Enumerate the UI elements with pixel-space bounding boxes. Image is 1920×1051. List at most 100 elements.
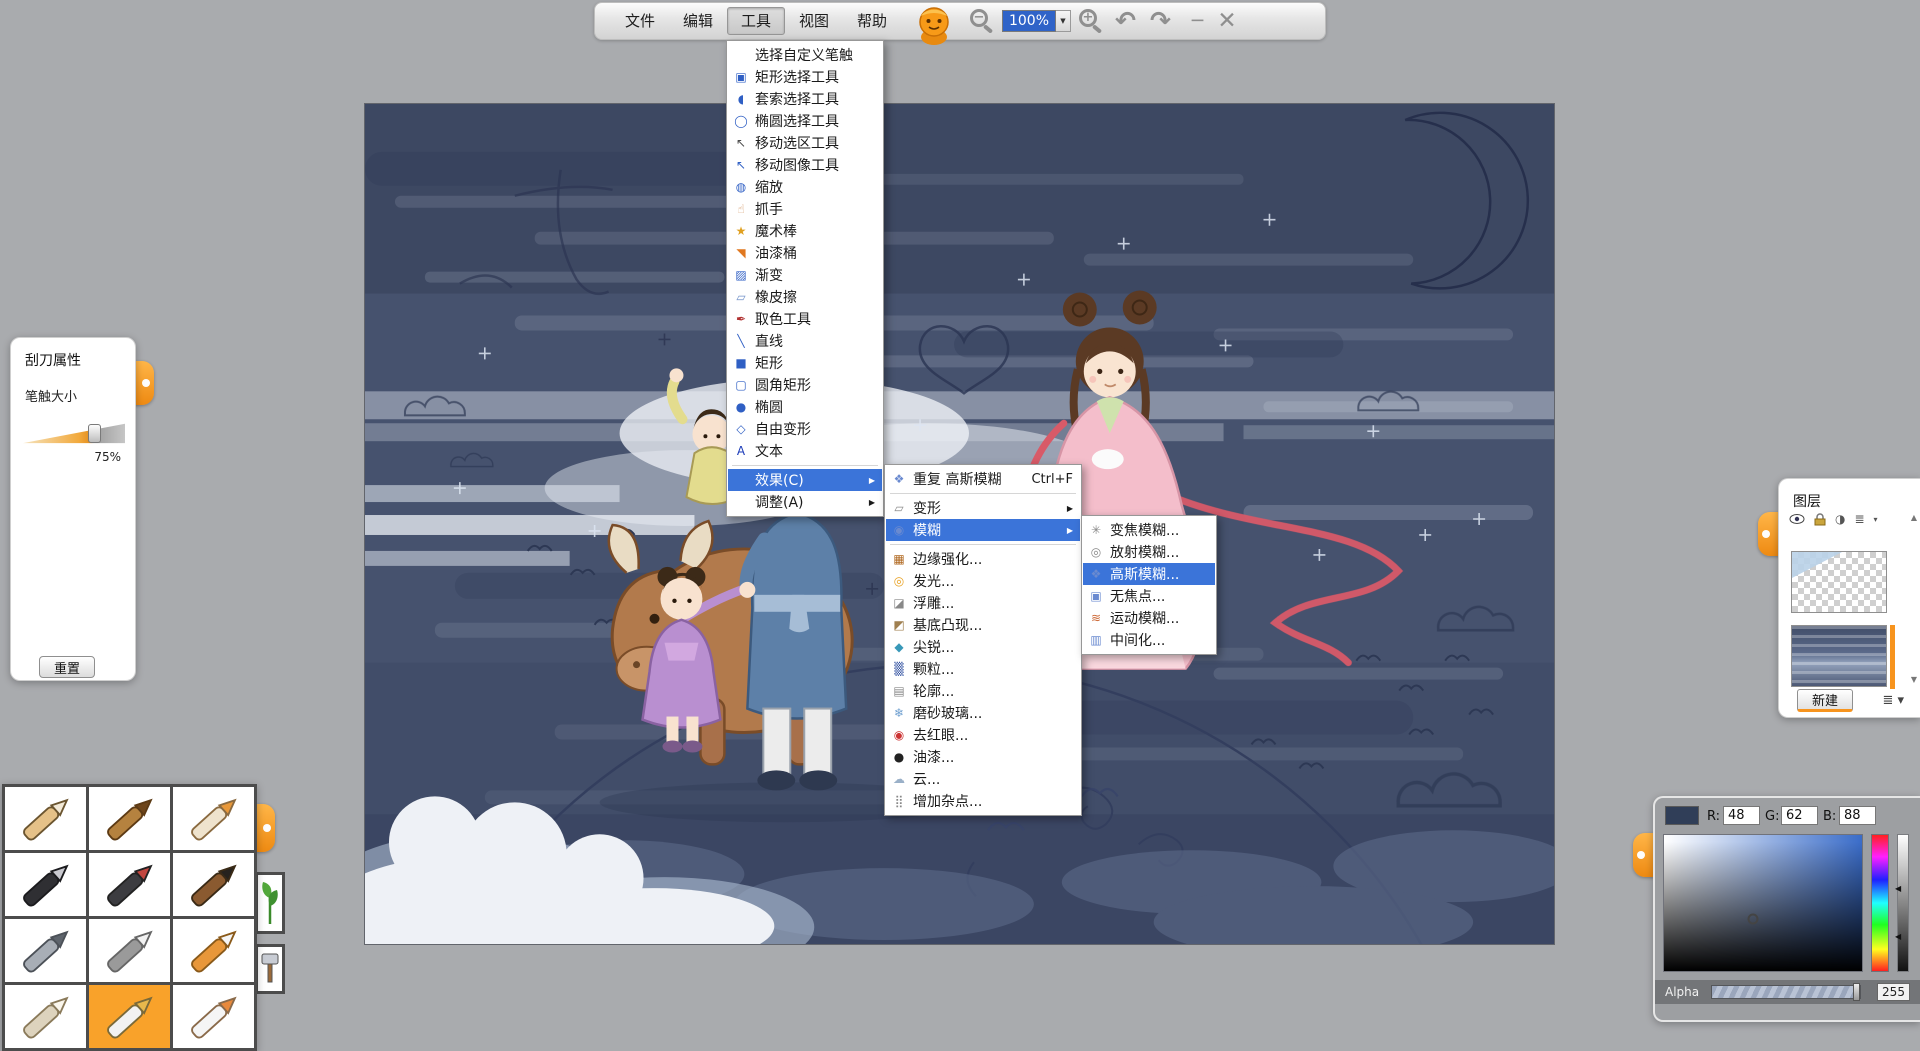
menu-view[interactable]: 视图 bbox=[785, 7, 843, 35]
layer-list-caret-icon[interactable]: ▾ bbox=[1874, 515, 1878, 524]
color-panel-handle[interactable] bbox=[1633, 833, 1655, 877]
menu-item-bas-relief[interactable]: ◩基底凸现... bbox=[886, 614, 1080, 636]
value-arrow-icon[interactable]: ◀ bbox=[1895, 933, 1901, 941]
menu-item-rounded-rectangle[interactable]: ▢圆角矩形 bbox=[728, 374, 882, 396]
brush-fountain-pen[interactable] bbox=[5, 853, 86, 916]
eye-icon[interactable] bbox=[1789, 513, 1805, 525]
brush-paint-roller[interactable] bbox=[173, 919, 254, 982]
menu-item-label: 放射模糊... bbox=[1110, 542, 1208, 562]
brush-airbrush[interactable] bbox=[5, 919, 86, 982]
menu-item-glow[interactable]: ◎发光... bbox=[886, 570, 1080, 592]
menu-item-grain[interactable]: ▒颗粒... bbox=[886, 658, 1080, 680]
redo-button[interactable]: ↷ bbox=[1150, 7, 1171, 35]
value-arrow-icon[interactable]: ◀ bbox=[1895, 885, 1901, 893]
menu-item-clouds[interactable]: ☁云... bbox=[886, 768, 1080, 790]
zoom-dropdown-arrow[interactable]: ▼ bbox=[1056, 10, 1071, 32]
slider-handle[interactable] bbox=[88, 424, 101, 443]
zoom-blur-icon: ✳ bbox=[1086, 523, 1106, 537]
menu-item-rectangle[interactable]: ■矩形 bbox=[728, 352, 882, 374]
alpha-slider[interactable] bbox=[1711, 985, 1861, 999]
reset-button[interactable]: 重置 bbox=[39, 656, 95, 678]
brush-size-slider[interactable] bbox=[23, 422, 125, 444]
menu-item-red-eye[interactable]: ◉去红眼... bbox=[886, 724, 1080, 746]
menu-item-motion-blur[interactable]: ≋运动模糊... bbox=[1083, 607, 1215, 629]
brush-scraper[interactable] bbox=[89, 985, 170, 1048]
extra-tool-button[interactable] bbox=[255, 944, 285, 994]
menu-item-effects[interactable]: 效果(C)▶ bbox=[728, 469, 882, 491]
menu-item-move-selection[interactable]: ↖移动选区工具 bbox=[728, 132, 882, 154]
layer-list-icon[interactable]: ≣ bbox=[1854, 512, 1864, 526]
hue-slider[interactable] bbox=[1871, 834, 1889, 972]
red-input[interactable] bbox=[1723, 806, 1760, 825]
menu-item-median[interactable]: ▥中间化... bbox=[1083, 629, 1215, 651]
zoom-out-button[interactable]: − bbox=[968, 7, 996, 35]
menu-item-paint-bucket[interactable]: ◥油漆桶 bbox=[728, 242, 882, 264]
minimize-button[interactable]: ─ bbox=[1192, 10, 1203, 32]
menu-tools[interactable]: 工具 bbox=[727, 7, 785, 35]
menu-item-add-noise[interactable]: ⣿增加杂点... bbox=[886, 790, 1080, 812]
menu-item-ellipse-select[interactable]: ◯椭圆选择工具 bbox=[728, 110, 882, 132]
green-input[interactable] bbox=[1781, 806, 1818, 825]
menu-item-repeat-gaussian-blur[interactable]: ❖重复 高斯模糊Ctrl+F bbox=[886, 468, 1080, 490]
menu-item-text[interactable]: A文本 bbox=[728, 440, 882, 462]
menu-item-blur[interactable]: ◉模糊▶ bbox=[886, 519, 1080, 541]
brush-wood-pen[interactable] bbox=[89, 787, 170, 850]
value-slider[interactable]: ◀ ◀ bbox=[1897, 834, 1909, 972]
scroll-up-arrow[interactable]: ▲ bbox=[1911, 513, 1917, 522]
zoom-level-input[interactable]: 100% bbox=[1002, 10, 1056, 32]
menu-item-outline[interactable]: ▤轮廓... bbox=[886, 680, 1080, 702]
menu-item-radial-blur[interactable]: ◎放射模糊... bbox=[1083, 541, 1215, 563]
close-button[interactable]: ✕ bbox=[1217, 8, 1236, 34]
alpha-label: Alpha bbox=[1665, 985, 1699, 999]
saturation-value-picker[interactable] bbox=[1663, 834, 1863, 972]
layer-thumbnail-background[interactable] bbox=[1791, 625, 1887, 687]
alpha-handle[interactable] bbox=[1853, 983, 1860, 1001]
menu-item-rect-select[interactable]: ▣矩形选择工具 bbox=[728, 66, 882, 88]
layers-panel-handle[interactable] bbox=[1758, 512, 1780, 556]
new-layer-button[interactable]: 新建 bbox=[1797, 689, 1853, 712]
contrast-icon[interactable]: ◑ bbox=[1835, 512, 1845, 526]
brush-pencil[interactable] bbox=[5, 787, 86, 850]
menu-edit[interactable]: 编辑 bbox=[669, 7, 727, 35]
menu-file[interactable]: 文件 bbox=[611, 7, 669, 35]
menu-item-color-picker[interactable]: ✒取色工具 bbox=[728, 308, 882, 330]
seedling-tool-button[interactable] bbox=[255, 872, 285, 934]
scroll-down-arrow[interactable]: ▼ bbox=[1911, 675, 1917, 684]
menu-item-emboss[interactable]: ◪浮雕... bbox=[886, 592, 1080, 614]
brush-paint-brush[interactable] bbox=[89, 853, 170, 916]
menu-item-move-image[interactable]: ↖移动图像工具 bbox=[728, 154, 882, 176]
zoom-in-button[interactable]: + bbox=[1077, 7, 1105, 35]
menu-item-gradient[interactable]: ▨渐变 bbox=[728, 264, 882, 286]
menu-item-free-transform[interactable]: ◇自由变形 bbox=[728, 418, 882, 440]
menu-item-select-custom-brush[interactable]: 选择自定义笔触 bbox=[728, 44, 882, 66]
menu-item-frosted-glass[interactable]: ❄磨砂玻璃... bbox=[886, 702, 1080, 724]
menu-item-edge-enhance[interactable]: ▦边缘强化... bbox=[886, 548, 1080, 570]
layer-menu-button[interactable]: ≣ ▾ bbox=[1882, 693, 1904, 708]
layer-thumbnail-top[interactable] bbox=[1791, 551, 1887, 613]
menu-item-hand[interactable]: ☝抓手 bbox=[728, 198, 882, 220]
brush-flat-brush[interactable] bbox=[5, 985, 86, 1048]
brush-palette-knife[interactable] bbox=[89, 919, 170, 982]
menu-item-paint[interactable]: ●油漆... bbox=[886, 746, 1080, 768]
undo-button[interactable]: ↶ bbox=[1115, 7, 1136, 35]
lock-icon[interactable] bbox=[1814, 512, 1826, 526]
menu-item-out-of-focus[interactable]: ▣无焦点... bbox=[1083, 585, 1215, 607]
color-marker[interactable] bbox=[1748, 914, 1759, 925]
menu-item-transform[interactable]: ▱变形▶ bbox=[886, 497, 1080, 519]
brush-crayon[interactable] bbox=[173, 787, 254, 850]
menu-item-zoom[interactable]: ◍缩放 bbox=[728, 176, 882, 198]
menu-item-lasso-select[interactable]: ◖套索选择工具 bbox=[728, 88, 882, 110]
menu-item-magic-wand[interactable]: ★魔术棒 bbox=[728, 220, 882, 242]
brush-ink-brush[interactable] bbox=[173, 853, 254, 916]
menu-item-zoom-blur[interactable]: ✳变焦模糊... bbox=[1083, 519, 1215, 541]
brush-eraser[interactable] bbox=[173, 985, 254, 1048]
menu-item-line[interactable]: ╲直线 bbox=[728, 330, 882, 352]
menu-item-sharpen[interactable]: ◆尖锐... bbox=[886, 636, 1080, 658]
menu-item-adjust[interactable]: 调整(A)▶ bbox=[728, 491, 882, 513]
menu-item-gaussian-blur[interactable]: ❖高斯模糊... bbox=[1083, 563, 1215, 585]
menu-help[interactable]: 帮助 bbox=[843, 7, 901, 35]
menu-item-ellipse[interactable]: ●椭圆 bbox=[728, 396, 882, 418]
menu-item-eraser[interactable]: ▱橡皮擦 bbox=[728, 286, 882, 308]
blue-input[interactable] bbox=[1839, 806, 1876, 825]
app-logo-icon[interactable] bbox=[915, 4, 953, 46]
